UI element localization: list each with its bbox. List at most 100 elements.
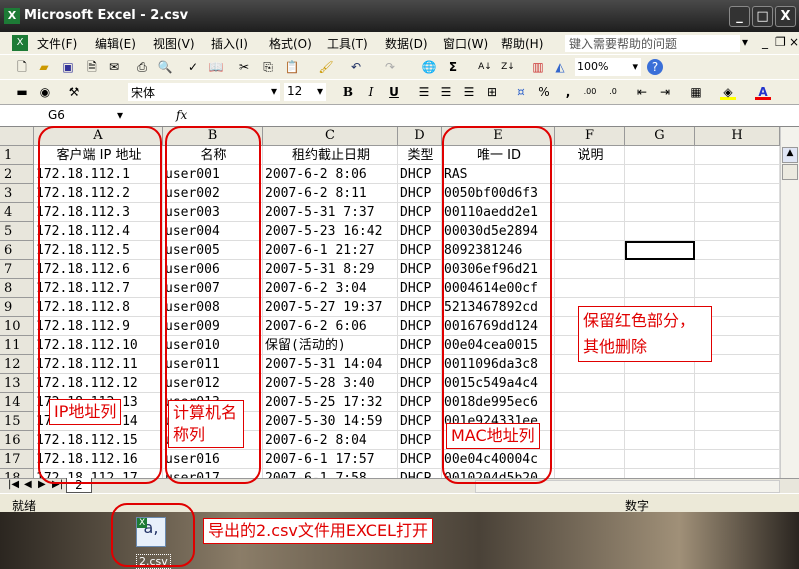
cell[interactable]: 2007-6-2 8:11 (263, 184, 398, 203)
cell[interactable]: user017 (163, 469, 263, 478)
cell[interactable]: 0050bf00d6f3 (442, 184, 555, 203)
fill-color-icon[interactable]: ◈ (720, 84, 736, 100)
cell[interactable] (625, 146, 695, 165)
cell[interactable]: 2007-6-2 8:06 (263, 165, 398, 184)
sort-descending-icon[interactable]: Z↓ (500, 59, 516, 75)
cell[interactable]: user008 (163, 298, 263, 317)
cell[interactable]: 172.18.112.15 (34, 431, 163, 450)
row-header[interactable]: 7 (0, 260, 34, 279)
doc-restore-button[interactable]: ❐ (775, 35, 786, 49)
merge-center-icon[interactable]: ⊞ (484, 84, 500, 100)
comma-button[interactable]: , (560, 84, 576, 100)
cell[interactable]: user006 (163, 260, 263, 279)
tools-icon[interactable]: ⚒ (66, 84, 82, 100)
name-box[interactable]: G6 (0, 106, 125, 125)
cell[interactable]: 172.18.112.17 (34, 469, 163, 478)
autosum-icon[interactable]: Σ (445, 59, 461, 75)
cell[interactable]: 172.18.112.8 (34, 298, 163, 317)
cell[interactable] (625, 165, 695, 184)
cell[interactable]: DHCP (398, 393, 442, 412)
cell[interactable]: 172.18.112.11 (34, 355, 163, 374)
cell[interactable]: 172.18.112.2 (34, 184, 163, 203)
column-header-A[interactable]: A (34, 127, 163, 146)
cell[interactable]: 172.18.112.1 (34, 165, 163, 184)
decrease-decimal-icon[interactable]: .0 (605, 84, 621, 100)
cell[interactable] (695, 279, 780, 298)
cell[interactable]: 唯一 ID (442, 146, 555, 165)
cell[interactable]: 保留(活动的) (263, 336, 398, 355)
cell[interactable]: DHCP (398, 184, 442, 203)
zoom-select[interactable]: 100% ▾ (575, 58, 641, 76)
borders-icon[interactable]: ▦ (688, 84, 704, 100)
row-header[interactable]: 16 (0, 431, 34, 450)
permission-icon[interactable]: 🗎 (84, 59, 100, 75)
cell[interactable]: DHCP (398, 431, 442, 450)
first-sheet-icon[interactable]: |◀ (8, 479, 19, 490)
cell[interactable]: 2007-5-30 14:59 (263, 412, 398, 431)
cell[interactable] (695, 260, 780, 279)
print-preview-icon[interactable]: 🔍 (157, 59, 173, 75)
row-header[interactable]: 14 (0, 393, 34, 412)
cell[interactable]: user001 (163, 165, 263, 184)
menu-format[interactable]: 格式(O) (269, 35, 312, 52)
cell[interactable] (625, 412, 695, 431)
row-header[interactable]: 10 (0, 317, 34, 336)
cell[interactable]: 2007-5-23 16:42 (263, 222, 398, 241)
cell[interactable]: DHCP (398, 450, 442, 469)
cell[interactable] (555, 450, 625, 469)
research-icon[interactable]: 📖 (208, 59, 224, 75)
cell[interactable]: user003 (163, 203, 263, 222)
row-header[interactable]: 6 (0, 241, 34, 260)
cell[interactable]: 172.18.112.10 (34, 336, 163, 355)
cell[interactable] (625, 431, 695, 450)
cell[interactable] (555, 412, 625, 431)
next-sheet-icon[interactable]: ▶ (38, 479, 46, 490)
help-dropdown-icon[interactable]: ▾ (742, 35, 748, 49)
cell[interactable] (625, 374, 695, 393)
format-painter-icon[interactable]: 🖌 (318, 59, 334, 75)
maximize-button[interactable]: □ (752, 6, 773, 27)
cell[interactable]: 172.18.112.4 (34, 222, 163, 241)
cell[interactable]: DHCP (398, 412, 442, 431)
last-sheet-icon[interactable]: ▶| (52, 479, 63, 490)
cell[interactable]: 00030d5e2894 (442, 222, 555, 241)
cell[interactable]: DHCP (398, 374, 442, 393)
row-header[interactable]: 12 (0, 355, 34, 374)
increase-indent-icon[interactable]: ⇥ (657, 84, 673, 100)
cell[interactable]: user010 (163, 336, 263, 355)
menu-window[interactable]: 窗口(W) (443, 35, 488, 52)
cell[interactable] (695, 184, 780, 203)
doc-minimize-button[interactable]: _ (762, 35, 768, 49)
cell[interactable]: 2007-6-2 6:06 (263, 317, 398, 336)
menu-edit[interactable]: 编辑(E) (95, 35, 136, 52)
cell[interactable]: RAS (442, 165, 555, 184)
cell[interactable] (695, 203, 780, 222)
cell[interactable]: DHCP (398, 298, 442, 317)
row-header[interactable]: 13 (0, 374, 34, 393)
cell[interactable]: 2007-5-31 14:04 (263, 355, 398, 374)
column-header-F[interactable]: F (555, 127, 625, 146)
cell[interactable]: 172.18.112.9 (34, 317, 163, 336)
row-header[interactable]: 5 (0, 222, 34, 241)
help-search-input[interactable]: 键入需要帮助的问题 (565, 35, 740, 52)
selected-cell-G6[interactable] (625, 241, 695, 260)
close-button[interactable]: X (775, 6, 796, 27)
row-header[interactable]: 11 (0, 336, 34, 355)
hyperlink-icon[interactable]: 🌐 (421, 59, 437, 75)
fx-icon[interactable]: fx (176, 108, 187, 122)
cell[interactable]: DHCP (398, 355, 442, 374)
currency-icon[interactable]: ¤ (513, 84, 529, 100)
underline-button[interactable]: U (386, 84, 402, 100)
cell[interactable]: user009 (163, 317, 263, 336)
cell[interactable] (695, 374, 780, 393)
spelling-icon[interactable]: ✓ (185, 59, 201, 75)
cell[interactable] (625, 184, 695, 203)
cell[interactable] (695, 431, 780, 450)
new-icon[interactable]: 🗋 (14, 59, 30, 75)
cell[interactable] (555, 260, 625, 279)
cell[interactable] (555, 241, 625, 260)
cell[interactable]: 0011096da3c8 (442, 355, 555, 374)
cell[interactable]: 类型 (398, 146, 442, 165)
button-control-icon[interactable]: ▬ (14, 84, 30, 100)
cell[interactable]: DHCP (398, 203, 442, 222)
